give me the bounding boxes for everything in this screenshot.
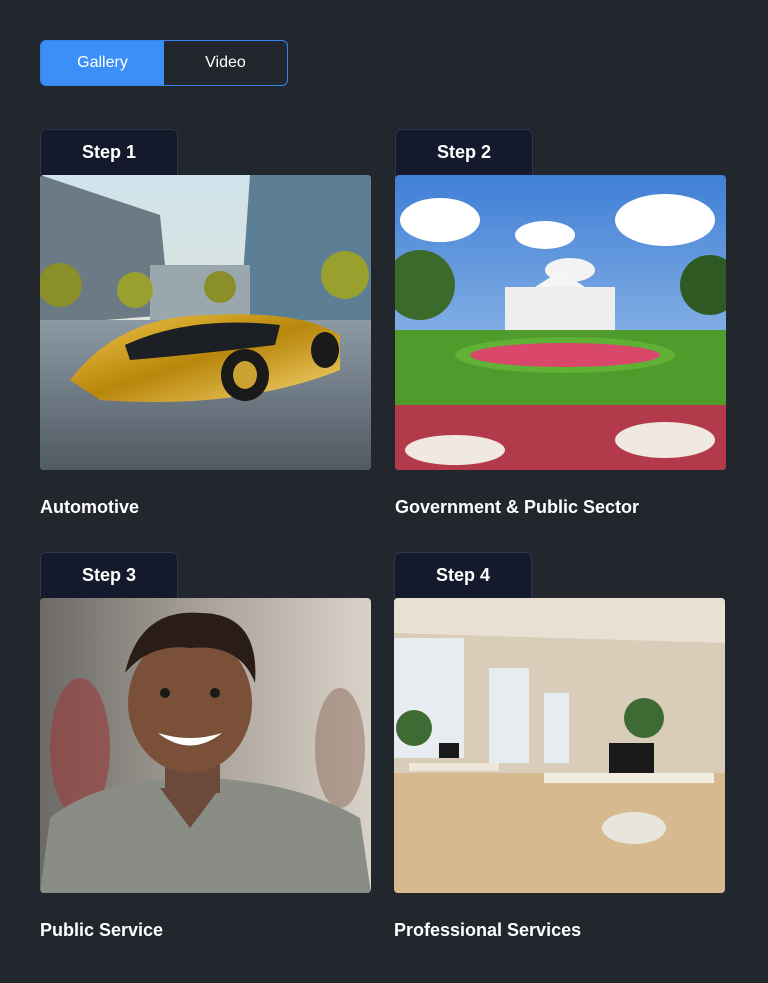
view-toggle: Gallery Video (40, 40, 288, 86)
card-caption: Automotive (40, 497, 139, 517)
video-tab[interactable]: Video (164, 41, 287, 85)
card-caption: Professional Services (394, 920, 582, 940)
step-label: Step 3 (40, 552, 178, 598)
card-public-service[interactable]: Step 3 Public Service (40, 552, 371, 952)
step-label: Step 2 (395, 129, 533, 175)
card-caption: Government & Public Sector (395, 497, 640, 517)
automotive-image (40, 175, 371, 470)
government-image (395, 175, 726, 470)
step-label: Step 4 (394, 552, 532, 598)
public-service-image (40, 598, 371, 893)
professional-services-image (394, 598, 725, 893)
card-government[interactable]: Step 2 Government & Public Sector (395, 129, 726, 529)
card-automotive[interactable]: Step 1 Automotive (40, 129, 371, 529)
card-caption: Public Service (40, 920, 164, 940)
card-professional-services[interactable]: Step 4 Professional Services (394, 552, 725, 952)
step-label: Step 1 (40, 129, 178, 175)
gallery-tab[interactable]: Gallery (41, 41, 164, 85)
